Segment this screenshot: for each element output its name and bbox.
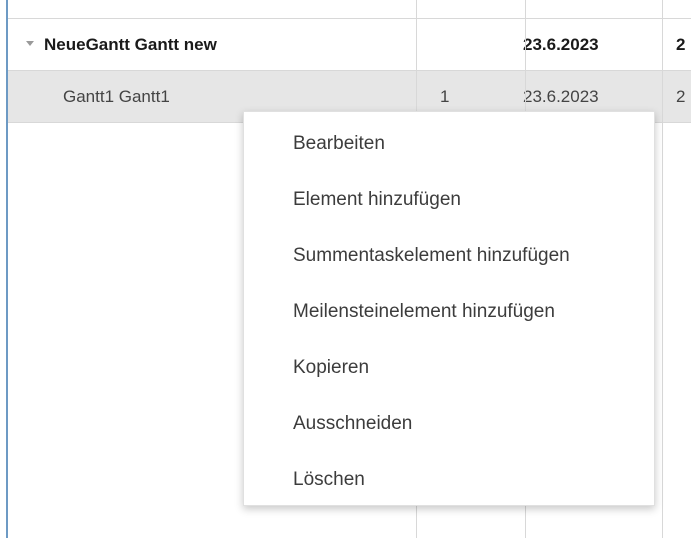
row-end-date-truncated: 2 [676,35,686,54]
context-menu: Bearbeiten Element hinzufügen Summentask… [243,111,655,506]
column-divider [662,0,663,538]
menu-item-add-milestone[interactable]: Meilensteinelement hinzufügen [244,284,656,340]
collapse-triangle-icon[interactable] [26,41,34,46]
row-task-name: NeueGantt Gantt new [44,35,217,54]
menu-item-delete[interactable]: Löschen [244,452,656,508]
menu-item-edit[interactable]: Bearbeiten [244,116,656,172]
row-end-date-truncated: 2 [676,87,686,106]
menu-item-add-element[interactable]: Element hinzufügen [244,172,656,228]
menu-item-add-summary-task[interactable]: Summentaskelement hinzufügen [244,228,656,284]
menu-item-copy[interactable]: Kopieren [244,340,656,396]
menu-item-cut[interactable]: Ausschneiden [244,396,656,452]
row-start-date: 23.6.2023 [523,35,599,54]
gantt-row-parent[interactable]: NeueGantt Gantt new 23.6.2023 2 [8,19,691,71]
row-task-number [440,19,520,71]
